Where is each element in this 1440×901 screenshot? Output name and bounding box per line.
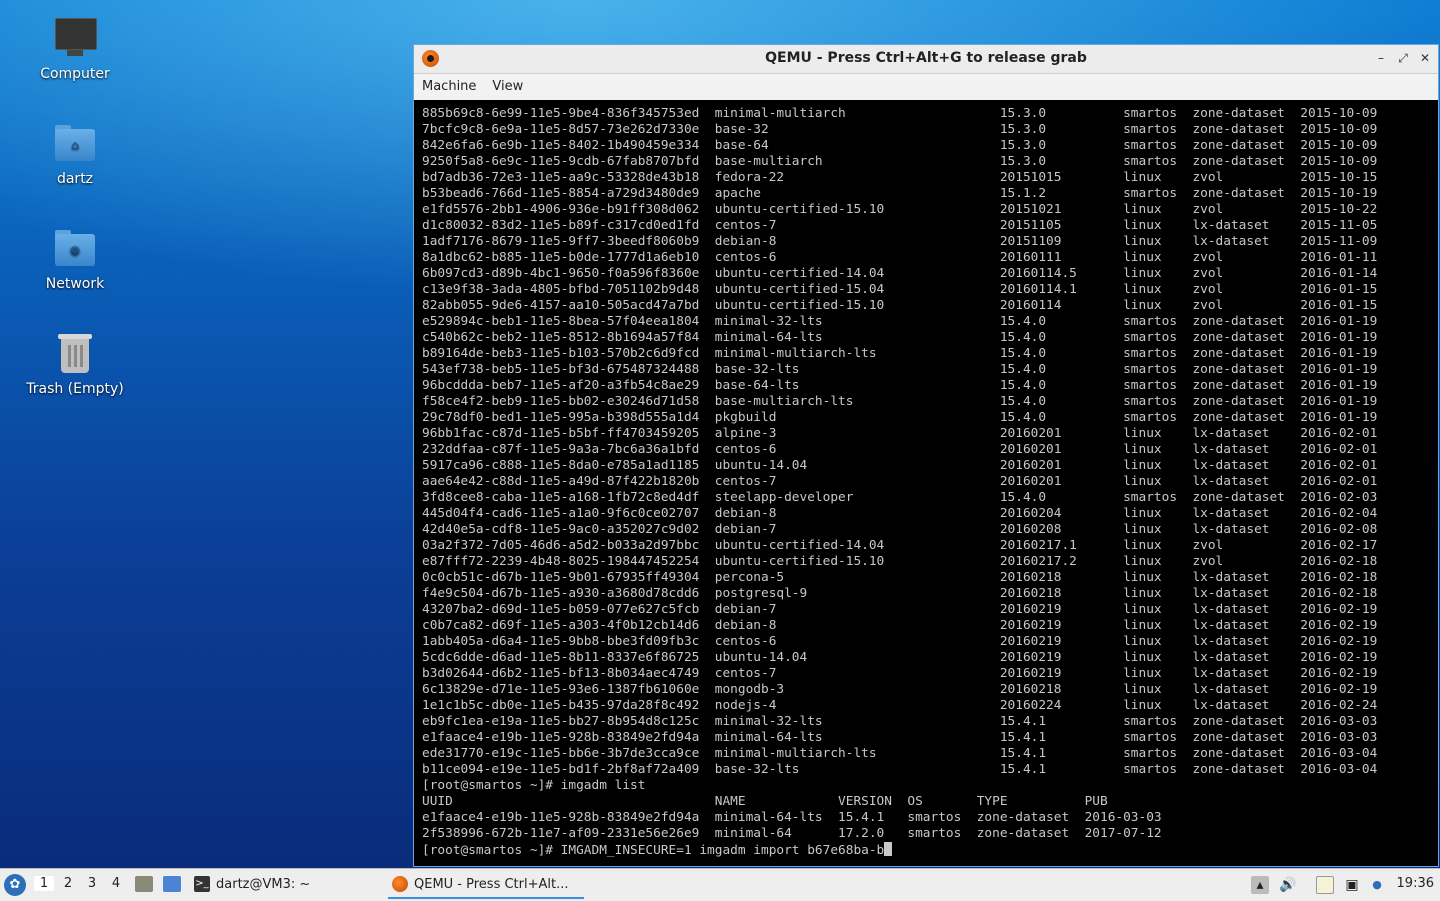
desktop-icon-computer[interactable]: Computer — [10, 16, 140, 82]
workspace-4[interactable]: 4 — [106, 876, 126, 891]
console-line: eb9fc1ea-e19a-11e5-bb27-8b954d8c125c min… — [422, 714, 1378, 729]
console-line: 42d40e5a-cdf8-11e5-9ac0-a352027c9d02 deb… — [422, 522, 1378, 537]
window-title: QEMU - Press Ctrl+Alt+G to release grab — [765, 50, 1087, 66]
console-line: b11ce094-e19e-11e5-bd1f-2bf8af72a409 bas… — [422, 762, 1378, 777]
console-line: 5cdc6dde-d6ad-11e5-8b11-8337e6f86725 ubu… — [422, 650, 1378, 665]
desktop-icon-home[interactable]: ⌂ dartz — [10, 121, 140, 187]
console-line: 445d04f4-cad6-11e5-a1a0-9f6c0ce02707 deb… — [422, 506, 1378, 521]
desktop-icon-label: Computer — [40, 66, 110, 82]
console-line: 6c13829e-d71e-11e5-93e6-1387fb61060e mon… — [422, 682, 1378, 697]
desktop-icon-trash[interactable]: Trash (Empty) — [10, 331, 140, 397]
console-line: 96bb1fac-c87d-11e5-b5bf-ff4703459205 alp… — [422, 426, 1378, 441]
keyboard-icon[interactable]: ▴ — [1251, 876, 1269, 894]
vm-console[interactable]: 885b69c8-6e99-11e5-9be4-836f345753ed min… — [414, 100, 1438, 866]
console-line: UUID NAME VERSION OS TYPE PUB — [422, 794, 1108, 809]
console-line: 8a1dbc62-b885-11e5-b0de-1777d1a6eb10 cen… — [422, 250, 1378, 265]
clipboard-icon[interactable] — [1316, 876, 1334, 894]
console-line: 29c78df0-bed1-11e5-995a-b398d555a1d4 pkg… — [422, 410, 1378, 425]
task-label: dartz@VM3: ~ — [216, 877, 311, 892]
volume-icon[interactable]: 🔊 — [1279, 876, 1297, 894]
console-line: e87fff72-2239-4b48-8025-198447452254 ubu… — [422, 554, 1378, 569]
console-line: c540b62c-beb2-11e5-8512-8b1694a57f84 min… — [422, 330, 1378, 345]
console-line: c0b7ca82-d69f-11e5-a303-4f0b12cb14d6 deb… — [422, 618, 1378, 633]
console-prompt[interactable]: [root@smartos ~]# IMGADM_INSECURE=1 imga… — [422, 842, 1438, 859]
workspace-3[interactable]: 3 — [82, 876, 102, 891]
qemu-window[interactable]: QEMU - Press Ctrl+Alt+G to release grab … — [413, 44, 1439, 867]
notification-icon[interactable]: ● — [1368, 876, 1386, 894]
console-line: d1c80032-83d2-11e5-b89f-c317cd0ed1fd cen… — [422, 218, 1378, 233]
console-line: 96bcddda-beb7-11e5-af20-a3fb54c8ae29 bas… — [422, 378, 1378, 393]
file-manager-icon[interactable] — [135, 876, 153, 892]
console-line: b53bead6-766d-11e5-8854-a729d3480de9 apa… — [422, 186, 1378, 201]
console-line: 1e1c1b5c-db0e-11e5-b435-97da28f8c492 nod… — [422, 698, 1378, 713]
console-line: b3d02644-d6b2-11e5-bf13-8b034aec4749 cen… — [422, 666, 1378, 681]
console-line: 543ef738-beb5-11e5-bf3d-675487324488 bas… — [422, 362, 1378, 377]
console-line: 5917ca96-c888-11e5-8da0-e785a1ad1185 ubu… — [422, 458, 1378, 473]
console-line: b89164de-beb3-11e5-b103-570b2c6d9fcd min… — [422, 346, 1378, 361]
menu-bar: Machine View — [414, 74, 1438, 101]
minimize-button[interactable]: – — [1372, 49, 1390, 67]
console-line: e1fd5576-2bb1-4906-936e-b91ff308d062 ubu… — [422, 202, 1378, 217]
console-line: 842e6fa6-6e9b-11e5-8402-1b490459e334 bas… — [422, 138, 1378, 153]
workspace-1[interactable]: 1 — [34, 876, 54, 891]
clock[interactable]: 19:36 — [1397, 876, 1434, 891]
console-line: aae64e42-c88d-11e5-a49d-87f422b1820b cen… — [422, 474, 1378, 489]
task-label: QEMU - Press Ctrl+Alt... — [414, 877, 569, 892]
console-line: e1faace4-e19b-11e5-928b-83849e2fd94a min… — [422, 810, 1162, 825]
desktop-icon-network[interactable]: ◉ Network — [10, 226, 140, 292]
console-line: 3fd8cee8-caba-11e5-a168-1fb72c8ed4df ste… — [422, 490, 1378, 505]
window-titlebar[interactable]: QEMU - Press Ctrl+Alt+G to release grab … — [414, 45, 1438, 74]
console-line: 6b097cd3-d89b-4bc1-9650-f0a596f8360e ubu… — [422, 266, 1378, 281]
qemu-icon — [392, 876, 408, 892]
console-line: bd7adb36-72e3-11e5-aa9c-53328de43b18 fed… — [422, 170, 1378, 185]
desktop-icon-label: dartz — [56, 171, 94, 187]
console-line: c13e9f38-3ada-4805-bfbd-7051102b9d48 ubu… — [422, 282, 1378, 297]
console-line: f4e9c504-d67b-11e5-a930-a3680d78cdd6 pos… — [422, 586, 1378, 601]
console-line: [root@smartos ~]# imgadm list — [422, 778, 646, 793]
console-line: f58ce4f2-beb9-11e5-bb02-e30246d71d58 bas… — [422, 394, 1378, 409]
console-line: 9250f5a8-6e9c-11e5-9cdb-67fab8707bfd bas… — [422, 154, 1378, 169]
console-line: 7bcfc9c8-6e9a-11e5-8d57-73e262d7330e bas… — [422, 122, 1378, 137]
task-qemu[interactable]: QEMU - Press Ctrl+Alt... — [388, 871, 584, 899]
desktop-icon-label: Network — [45, 276, 105, 292]
network-folder-icon: ◉ — [53, 226, 97, 270]
workspace-2[interactable]: 2 — [58, 876, 78, 891]
menu-view[interactable]: View — [484, 74, 531, 99]
close-button[interactable]: ✕ — [1416, 49, 1434, 67]
console-line: 0c0cb51c-d67b-11e5-9b01-67935ff49304 per… — [422, 570, 1378, 585]
console-line: 1abb405a-d6a4-11e5-9bb8-bbe3fd09fb3c cen… — [422, 634, 1378, 649]
maximize-button[interactable]: ⤢ — [1394, 49, 1412, 67]
show-desktop-icon[interactable] — [163, 876, 181, 892]
task-terminal[interactable]: >_ dartz@VM3: ~ — [190, 871, 380, 899]
console-line: ede31770-e19c-11e5-bb6e-3b7de3cca9ce min… — [422, 746, 1378, 761]
home-folder-icon: ⌂ — [53, 121, 97, 165]
monitor-icon — [53, 16, 97, 60]
text-cursor — [884, 842, 893, 856]
network-icon[interactable]: ▣ — [1343, 876, 1361, 894]
console-line: 885b69c8-6e99-11e5-9be4-836f345753ed min… — [422, 106, 1378, 121]
console-line: 43207ba2-d69d-11e5-b059-077e627c5fcb deb… — [422, 602, 1378, 617]
desktop-icon-label: Trash (Empty) — [26, 381, 124, 397]
lxqt-start-icon[interactable]: ✿ — [4, 874, 26, 896]
terminal-icon: >_ — [194, 876, 210, 892]
console-line: 232ddfaa-c87f-11e5-9a3a-7bc6a36a1bfd cen… — [422, 442, 1378, 457]
taskbar: ✿ 1 2 3 4 >_ dartz@VM3: ~ QEMU - Press C… — [0, 868, 1440, 901]
console-line: 03a2f372-7d05-46d6-a5d2-b033a2d97bbc ubu… — [422, 538, 1378, 553]
console-line: 2f538996-672b-11e7-af09-2331e56e26e9 min… — [422, 826, 1162, 841]
console-line: 1adf7176-8679-11e5-9ff7-3beedf8060b9 deb… — [422, 234, 1378, 249]
console-line: e1faace4-e19b-11e5-928b-83849e2fd94a min… — [422, 730, 1378, 745]
menu-machine[interactable]: Machine — [414, 74, 484, 99]
console-line: 82abb055-9de6-4157-aa10-505acd47a7bd ubu… — [422, 298, 1378, 313]
trash-icon — [53, 331, 97, 375]
console-line: e529894c-beb1-11e5-8bea-57f04eea1804 min… — [422, 314, 1378, 329]
